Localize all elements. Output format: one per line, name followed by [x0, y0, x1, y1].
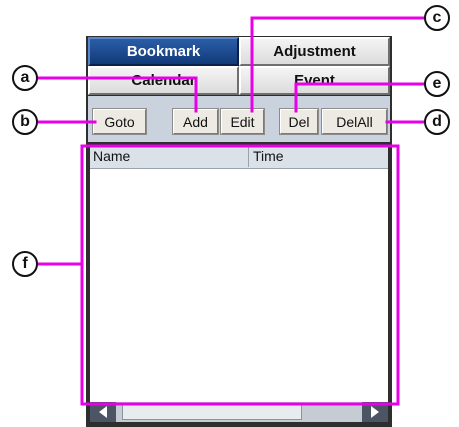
callout-b: b	[12, 109, 38, 135]
callout-line-c	[250, 16, 435, 113]
callout-line-a	[36, 76, 198, 113]
callout-lines	[36, 16, 435, 406]
callout-box-f	[80, 144, 400, 406]
callout-a: a	[12, 65, 38, 91]
callout-line-e	[294, 82, 435, 113]
callout-c: c	[424, 5, 450, 31]
callout-e: e	[424, 71, 450, 97]
callout-f: f	[12, 251, 38, 277]
callout-d: d	[424, 109, 450, 135]
